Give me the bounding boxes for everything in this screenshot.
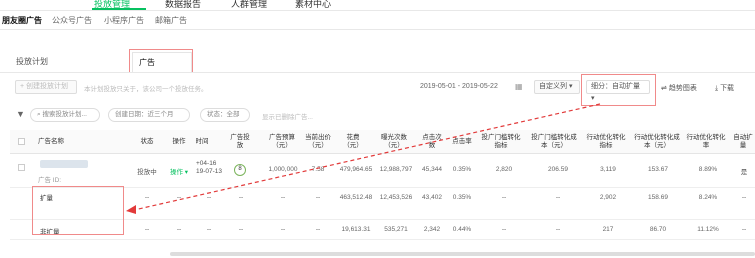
annotation-arrow: [126, 103, 601, 214]
horizontal-scrollbar[interactable]: [170, 252, 755, 256]
app-root: 投放管理 数据报告 人群管理 素材中心 朋友圈广告 公众号广告 小程序广告 邮箱…: [0, 0, 755, 258]
annotation-arrow-line: [133, 103, 601, 211]
annotation-arrow-head: [126, 205, 136, 214]
